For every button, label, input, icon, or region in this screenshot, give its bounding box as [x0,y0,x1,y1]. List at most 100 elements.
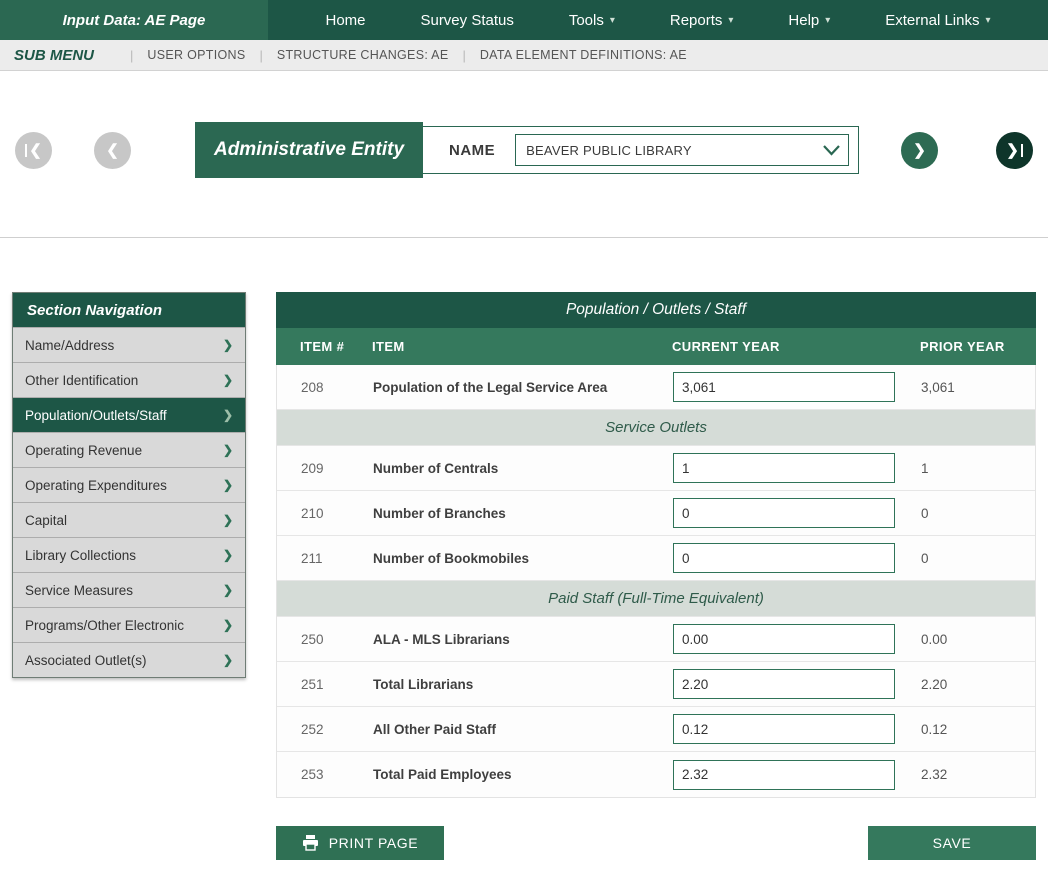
first-record-button[interactable]: ❮ [15,132,52,169]
section-band-label: Service Outlets [605,419,707,436]
section-band: Service Outlets [277,410,1035,446]
nav-tools[interactable]: Tools ▾ [569,12,615,29]
prior-year-value: 0.12 [921,722,1035,737]
sidebar-item-label: Programs/Other Electronic [25,618,184,633]
col-prior-year: PRIOR YEAR [920,339,1036,354]
chevron-down-icon: ▾ [610,15,615,26]
section-band: Paid Staff (Full-Time Equivalent) [277,581,1035,617]
current-year-input[interactable] [673,498,895,528]
nav-survey-status[interactable]: Survey Status [420,12,513,29]
divider: | [462,48,465,63]
chevron-left-icon: ❮ [29,143,42,158]
sidebar-item-label: Associated Outlet(s) [25,653,147,668]
last-record-button[interactable]: ❯ [996,132,1033,169]
sidebar-item-name-address[interactable]: Name/Address ❯ [13,327,245,362]
col-item-number: ITEM # [300,339,372,354]
submenu-structure-changes[interactable]: STRUCTURE CHANGES: AE [277,48,449,62]
entity-name-panel: Administrative Entity NAME BEAVER PUBLIC… [195,126,859,174]
chevron-right-icon: ❯ [223,443,233,457]
table-row: 251 Total Librarians 2.20 [277,662,1035,707]
current-year-input[interactable] [673,453,895,483]
sidebar-item-label: Service Measures [25,583,133,598]
save-button[interactable]: SAVE [868,826,1036,860]
section-navigation-title: Section Navigation [13,293,245,327]
nav-reports[interactable]: Reports ▾ [670,12,734,29]
item-label: Total Paid Employees [373,767,673,782]
entity-name-select[interactable]: BEAVER PUBLIC LIBRARY [515,134,849,166]
nav-help-label: Help [788,12,819,29]
sidebar-item-library-collections[interactable]: Library Collections ❯ [13,537,245,572]
sidebar-item-operating-expenditures[interactable]: Operating Expenditures❯ [13,467,245,502]
nav-tools-label: Tools [569,12,604,29]
nav-home[interactable]: Home [325,12,365,29]
item-number: 209 [301,461,373,476]
item-number: 210 [301,506,373,521]
prev-record-button[interactable]: ❮ [94,132,131,169]
sidebar-item-capital[interactable]: Capital ❯ [13,502,245,537]
item-number: 251 [301,677,373,692]
next-record-button[interactable]: ❯ [901,132,938,169]
sub-menu-bar: SUB MENU | USER OPTIONS | STRUCTURE CHAN… [0,40,1048,71]
entity-selector-row: ❮ ❮ Administrative Entity NAME BEAVER PU… [0,121,1048,179]
sidebar-item-label: Capital [25,513,67,528]
item-number: 208 [301,380,373,395]
chevron-right-icon: ❯ [1006,143,1019,158]
divider: | [259,48,262,63]
chevron-right-icon: ❯ [913,143,926,158]
chevron-right-icon: ❯ [223,408,233,422]
nav-survey-status-label: Survey Status [420,12,513,29]
chevron-right-icon: ❯ [223,618,233,632]
sidebar-item-label: Name/Address [25,338,114,353]
nav-help[interactable]: Help ▾ [788,12,830,29]
sidebar-item-service-measures[interactable]: Service Measures ❯ [13,572,245,607]
sidebar-item-population-outlets-staff[interactable]: Population/Outlets/Staff ❯ [13,397,245,432]
col-item: ITEM [372,339,672,354]
current-year-input[interactable] [673,624,895,654]
current-year-input[interactable] [673,669,895,699]
current-year-input[interactable] [673,760,895,790]
chevron-right-icon: ❯ [223,583,233,597]
entity-type-title: Administrative Entity [195,122,423,178]
last-page-icon [1021,144,1023,157]
sidebar-item-operating-revenue[interactable]: Operating Revenue❯ [13,432,245,467]
chevron-right-icon: ❯ [223,653,233,667]
sidebar-item-programs-other-electronic[interactable]: Programs/Other Electronic ❯ [13,607,245,642]
prior-year-value: 0.00 [921,632,1035,647]
current-year-input[interactable] [673,372,895,402]
table-row: 253 Total Paid Employees 2.32 [277,752,1035,797]
sidebar-item-label: Population/Outlets/Staff [25,408,167,423]
current-year-input[interactable] [673,714,895,744]
submenu-data-element-definitions[interactable]: DATA ELEMENT DEFINITIONS: AE [480,48,687,62]
nav-reports-label: Reports [670,12,723,29]
page-content: Section Navigation Name/Address ❯ Other I… [0,292,1048,860]
current-year-input[interactable] [673,543,895,573]
chevron-right-icon: ❯ [223,548,233,562]
sidebar-item-other-identification[interactable]: Other Identification❯ [13,362,245,397]
nav-external-links-label: External Links [885,12,979,29]
sidebar-item-associated-outlets[interactable]: Associated Outlet(s) ❯ [13,642,245,677]
printer-icon [302,835,319,851]
top-navigation-bar: Input Data: AE Page Home Survey Status T… [0,0,1048,40]
prior-year-value: 2.32 [921,767,1035,782]
chevron-down-icon: ▾ [825,15,830,26]
item-number: 250 [301,632,373,647]
section-navigation: Section Navigation Name/Address ❯ Other I… [12,292,246,678]
active-page-tab[interactable]: Input Data: AE Page [0,0,268,40]
nav-external-links[interactable]: External Links ▾ [885,12,990,29]
chevron-right-icon: ❯ [223,338,233,352]
chevron-left-icon: ❮ [106,143,119,158]
prior-year-value: 0 [921,551,1035,566]
first-page-icon [25,144,27,157]
save-label: SAVE [933,835,972,851]
submenu-user-options[interactable]: USER OPTIONS [147,48,245,62]
select-chevron-icon [823,145,840,156]
table-row: 211 Number of Bookmobiles 0 [277,536,1035,581]
sidebar-item-label: Library Collections [25,548,136,563]
table-row: 209 Number of Centrals 1 [277,446,1035,491]
chevron-down-icon: ▾ [985,15,990,26]
item-label: Number of Centrals [373,461,673,476]
chevron-right-icon: ❯ [223,513,233,527]
action-button-row: PRINT PAGE SAVE [276,826,1036,860]
main-nav: Home Survey Status Tools ▾ Reports ▾ Hel… [268,0,1048,40]
print-page-button[interactable]: PRINT PAGE [276,826,444,860]
